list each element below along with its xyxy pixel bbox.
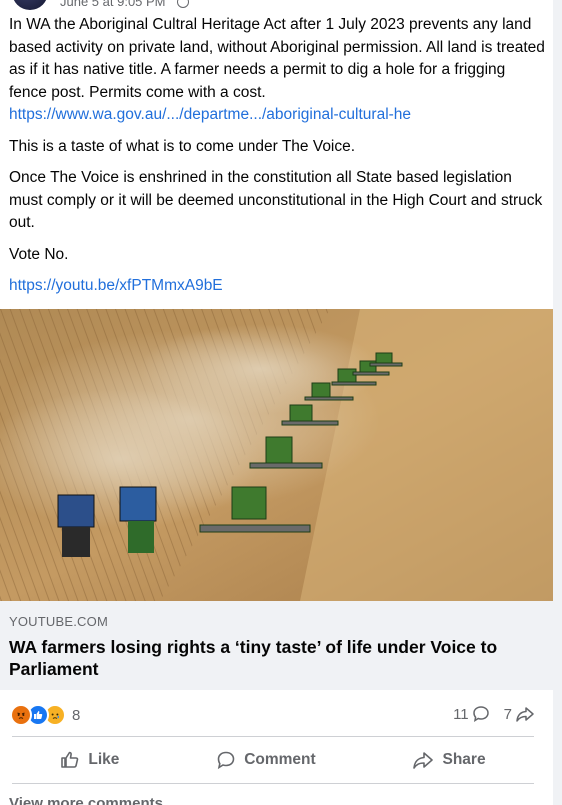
link-headline[interactable]: WA farmers losing rights a ‘tiny taste’ … <box>9 636 539 680</box>
like-button[interactable]: Like <box>50 746 129 774</box>
like-label: Like <box>88 751 120 768</box>
link-preview-image[interactable] <box>0 309 553 601</box>
post-stats: 8 11 7 <box>0 690 553 736</box>
post-paragraph: This is a taste of what is to come under… <box>9 137 356 155</box>
share-count-icon <box>516 707 534 722</box>
post-paragraph: In WA the Aboriginal Cultral Heritage Ac… <box>9 16 545 123</box>
post-actions: Like Comment Share <box>12 740 534 780</box>
post-paragraph: Once The Voice is enshrined in the const… <box>9 169 543 231</box>
post-card: June 5 at 9:05 PM In WA the Aboriginal C… <box>0 0 553 805</box>
globe-icon <box>177 0 190 9</box>
comment-count[interactable]: 11 <box>453 706 469 723</box>
thumbs-up-icon <box>61 751 79 768</box>
post-link-youtube[interactable]: https://youtu.be/xfPTMmxA9bE <box>9 277 223 294</box>
post-timestamp[interactable]: June 5 at 9:05 PM <box>60 0 166 9</box>
share-count[interactable]: 7 <box>504 706 512 723</box>
comment-label: Comment <box>244 751 316 768</box>
reaction-count: 8 <box>72 706 81 724</box>
reactions-summary[interactable]: 8 <box>10 704 80 726</box>
angry-icon <box>10 704 32 726</box>
avatar[interactable] <box>12 0 48 10</box>
link-domain: YOUTUBE.COM <box>9 614 108 629</box>
page-background <box>553 0 562 805</box>
divider <box>12 783 534 784</box>
view-more-comments[interactable]: View more comments <box>9 795 163 805</box>
share-label: Share <box>442 751 486 768</box>
comment-button[interactable]: Comment <box>206 746 325 774</box>
comment-count-icon <box>472 706 489 723</box>
post-paragraph: https://youtu.be/xfPTMmxA9bE <box>9 275 545 298</box>
comment-icon <box>217 751 235 770</box>
post-header: June 5 at 9:05 PM <box>12 0 190 10</box>
post-text: In WA the Aboriginal Cultral Heritage Ac… <box>9 14 545 307</box>
post-link-wa-gov[interactable]: https://www.wa.gov.au/.../departme.../ab… <box>9 106 411 123</box>
share-icon <box>413 752 434 769</box>
engagement-counts: 11 7 <box>453 705 535 723</box>
share-button[interactable]: Share <box>402 746 495 774</box>
link-preview[interactable]: YOUTUBE.COM WA farmers losing rights a ‘… <box>0 601 553 690</box>
post-meta: June 5 at 9:05 PM <box>60 0 190 9</box>
divider <box>12 736 534 737</box>
harvest-photo <box>0 309 553 601</box>
post-paragraph: Vote No. <box>9 245 69 263</box>
